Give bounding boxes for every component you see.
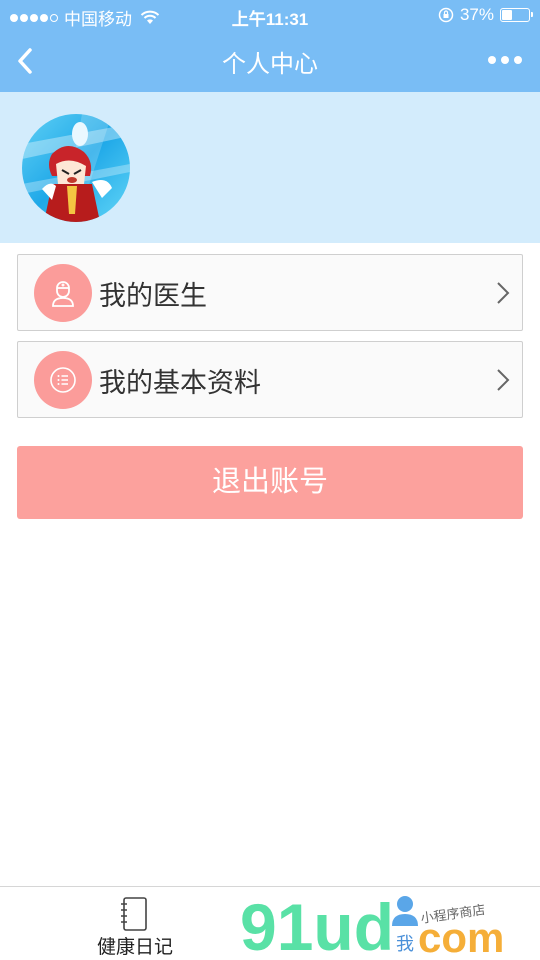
watermark-wo: 我 (396, 934, 414, 954)
menu-item-my-doctor[interactable]: 我的医生 (17, 254, 523, 331)
nav-bar: 个人中心 (0, 30, 540, 92)
avatar[interactable] (22, 114, 130, 222)
more-dots-icon[interactable] (488, 56, 522, 64)
anime-avatar-image (22, 114, 130, 222)
watermark-logo: 91ud 我 com 小程序商店 (240, 888, 540, 960)
battery-icon (500, 8, 533, 22)
battery-fill (502, 10, 513, 20)
chevron-right-icon (497, 369, 510, 391)
tab-label-health-diary: 健康日记 (96, 937, 173, 958)
menu-label-my-doctor: 我的医生 (99, 281, 207, 311)
battery-percent: 37% (459, 5, 494, 24)
status-right: 37% (438, 5, 533, 25)
profile-header (0, 92, 540, 243)
chevron-right-icon (497, 282, 510, 304)
page-title: 个人中心 (222, 51, 318, 78)
notebook-icon (121, 897, 147, 931)
status-bar: 中国移动 上午11:31 37% (0, 0, 540, 30)
tab-health-diary[interactable]: 健康日记 (0, 887, 270, 960)
list-icon (34, 351, 92, 409)
logout-button[interactable]: 退出账号 (17, 446, 523, 519)
menu-item-basic-info[interactable]: 我的基本资料 (17, 341, 523, 418)
rotation-lock-icon (438, 7, 454, 23)
watermark-brand: 91ud (240, 890, 394, 960)
menu-label-basic-info: 我的基本资料 (99, 368, 261, 398)
doctor-icon (34, 264, 92, 322)
